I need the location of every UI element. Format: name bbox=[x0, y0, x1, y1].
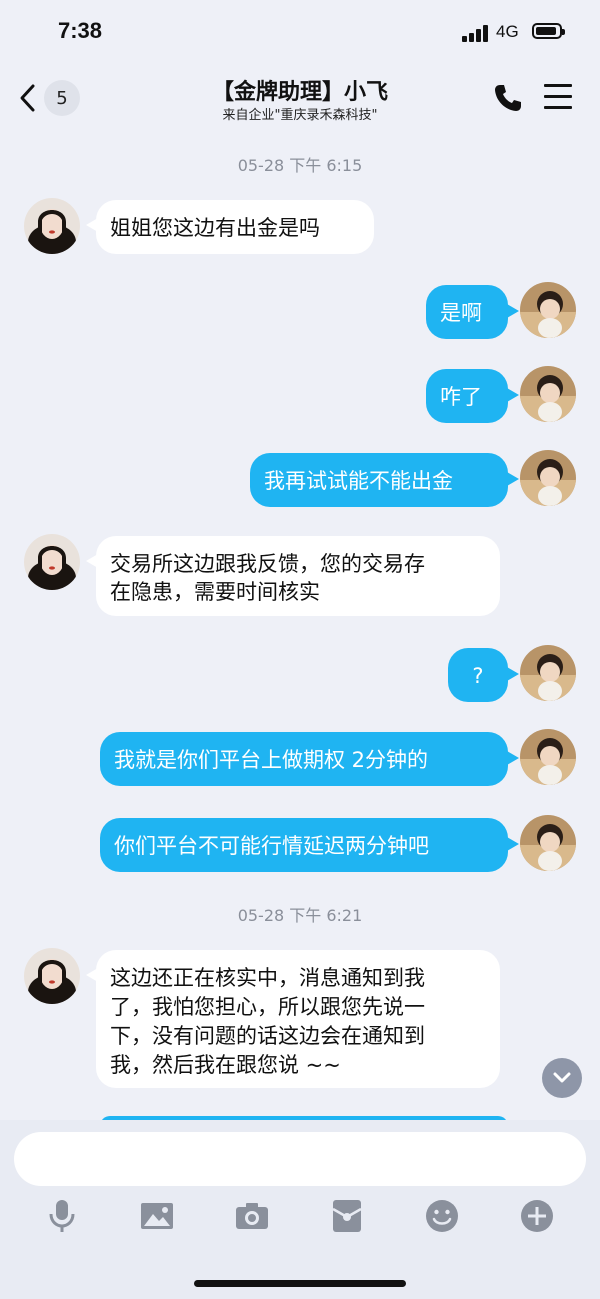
status-bar: 7:38 4G bbox=[0, 0, 600, 64]
outgoing-message[interactable]: ? bbox=[448, 648, 508, 702]
contact-avatar[interactable] bbox=[24, 534, 80, 590]
incoming-message[interactable]: 姐姐您这边有出金是吗 bbox=[96, 200, 374, 254]
user-avatar[interactable] bbox=[520, 645, 576, 701]
signal-icon bbox=[462, 24, 490, 42]
status-time: 7:38 bbox=[58, 18, 103, 43]
network-type: 4G bbox=[496, 22, 519, 41]
red-packet-icon[interactable] bbox=[327, 1196, 367, 1236]
user-avatar[interactable] bbox=[520, 450, 576, 506]
home-indicator bbox=[194, 1280, 406, 1287]
menu-icon[interactable] bbox=[544, 84, 572, 110]
user-avatar[interactable] bbox=[520, 282, 576, 338]
composer bbox=[0, 1120, 600, 1299]
message-line: 我，然后我在跟您说 ~~ bbox=[110, 1053, 341, 1077]
plus-icon[interactable] bbox=[517, 1196, 557, 1236]
emoji-icon[interactable] bbox=[422, 1196, 462, 1236]
phone-icon[interactable] bbox=[492, 82, 524, 114]
outgoing-message[interactable]: 你们平台不可能行情延迟两分钟吧 bbox=[100, 818, 508, 872]
image-icon[interactable] bbox=[137, 1196, 177, 1236]
composer-toolbar bbox=[0, 1196, 600, 1242]
scroll-to-bottom-button[interactable] bbox=[542, 1058, 582, 1098]
outgoing-message[interactable]: 是啊 bbox=[426, 285, 508, 339]
message-line: 下，没有问题的话这边会在通知到 bbox=[110, 1024, 425, 1048]
incoming-message[interactable]: 这边还正在核实中，消息通知到我 了，我怕您担心，所以跟您先说一 下，没有问题的话… bbox=[96, 950, 500, 1088]
message-line: 了，我怕您担心，所以跟您先说一 bbox=[110, 995, 425, 1019]
message-line: 交易所这边跟我反馈，您的交易存 bbox=[110, 552, 425, 576]
user-avatar[interactable] bbox=[520, 815, 576, 871]
chat-header: 5 【金牌助理】小飞 来自企业"重庆录禾森科技" bbox=[0, 64, 600, 130]
outgoing-message[interactable]: 我再试试能不能出金 bbox=[250, 453, 508, 507]
user-avatar[interactable] bbox=[520, 366, 576, 422]
message-line: 这边还正在核实中，消息通知到我 bbox=[110, 966, 425, 990]
outgoing-message[interactable]: 咋了 bbox=[426, 369, 508, 423]
incoming-message[interactable]: 交易所这边跟我反馈，您的交易存 在隐患，需要时间核实 bbox=[96, 536, 500, 616]
message-input[interactable] bbox=[14, 1132, 586, 1186]
battery-icon bbox=[532, 23, 565, 39]
timestamp: 05-28 下午 6:21 bbox=[237, 906, 363, 925]
timestamp: 05-28 下午 6:15 bbox=[237, 156, 363, 175]
chevron-down-icon bbox=[553, 1072, 571, 1083]
camera-icon[interactable] bbox=[232, 1196, 272, 1236]
message-line: 在隐患，需要时间核实 bbox=[110, 580, 320, 604]
contact-avatar[interactable] bbox=[24, 198, 80, 254]
mic-icon[interactable] bbox=[42, 1196, 82, 1236]
user-avatar[interactable] bbox=[520, 729, 576, 785]
contact-avatar[interactable] bbox=[24, 948, 80, 1004]
outgoing-message[interactable]: 我就是你们平台上做期权 2分钟的 bbox=[100, 732, 508, 786]
